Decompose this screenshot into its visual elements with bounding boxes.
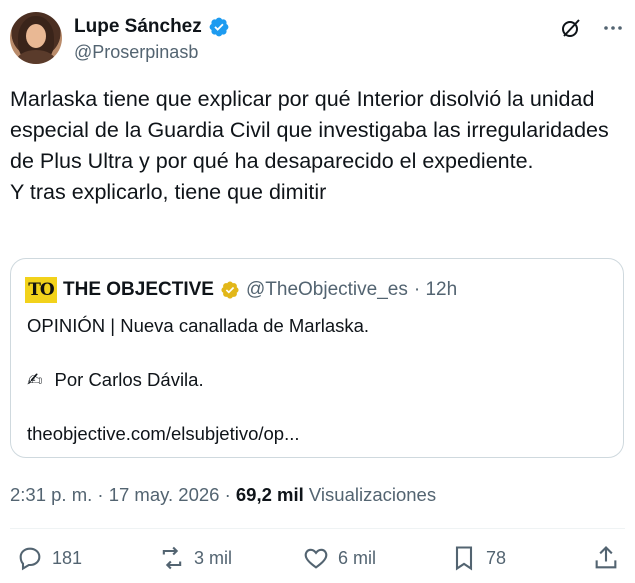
action-bar: 181 3 mil 6 mil 78 xyxy=(16,544,625,574)
share-button[interactable] xyxy=(592,544,620,572)
more-icon[interactable] xyxy=(601,16,625,40)
tweet-text-paragraph: Marlaska tiene que explicar por qué Inte… xyxy=(10,87,609,173)
views-count: 69,2 mil xyxy=(235,484,304,505)
grok-icon[interactable] xyxy=(559,16,583,40)
tweet-text: Marlaska tiene que explicar por qué Inte… xyxy=(10,84,620,208)
like-icon xyxy=(304,548,328,569)
quoted-tweet[interactable]: TO THE OBJECTIVE @TheObjective_es · 12h … xyxy=(10,258,624,458)
bookmark-count: 78 xyxy=(486,547,507,568)
tweet-timestamp[interactable]: 2:31 p. m. · 17 may. 2026 · xyxy=(10,484,231,505)
quoted-time[interactable]: · 12h xyxy=(414,279,457,301)
tweet-text-paragraph: Y tras explicarlo, tiene que dimitir xyxy=(10,180,327,204)
gold-verified-icon[interactable] xyxy=(220,280,240,300)
avatar[interactable] xyxy=(10,12,62,64)
repost-icon xyxy=(162,546,182,570)
quoted-byline-text: Por Carlos Dávila. xyxy=(54,369,204,390)
reply-icon xyxy=(19,547,41,571)
quoted-link[interactable]: theobjective.com/elsubjetivo/op... xyxy=(27,423,300,445)
tweet-header: Lupe Sánchez @Proserpinasb xyxy=(10,12,625,68)
reply-button[interactable]: 181 xyxy=(16,544,82,572)
quoted-author-handle[interactable]: @TheObjective_es xyxy=(246,279,408,301)
quoted-tweet-header: TO THE OBJECTIVE @TheObjective_es · 12h xyxy=(25,277,457,303)
like-count: 6 mil xyxy=(338,547,377,568)
quoted-text: OPINIÓN | Nueva canallada de Marlaska. xyxy=(27,315,370,336)
share-icon xyxy=(595,546,617,569)
bookmark-icon xyxy=(455,546,473,571)
author-handle[interactable]: @Proserpinasb xyxy=(74,42,198,63)
verified-icon[interactable] xyxy=(208,16,230,38)
repost-count: 3 mil xyxy=(194,547,233,568)
divider xyxy=(10,528,625,529)
quoted-avatar-logo[interactable]: TO xyxy=(25,277,57,303)
quoted-byline: ✍ Por Carlos Dávila. xyxy=(27,369,204,391)
tweet-meta: 2:31 p. m. · 17 may. 2026 · 69,2 mil Vis… xyxy=(10,484,436,506)
reply-count: 181 xyxy=(52,547,83,568)
bookmark-button[interactable]: 78 xyxy=(450,544,506,572)
writing-hand-emoji: ✍ xyxy=(27,369,43,390)
views-label: Visualizaciones xyxy=(308,484,437,505)
top-actions xyxy=(559,16,625,40)
quoted-author-name[interactable]: THE OBJECTIVE xyxy=(63,279,214,301)
repost-button[interactable]: 3 mil xyxy=(158,544,232,572)
author-name-row: Lupe Sánchez xyxy=(74,16,230,38)
like-button[interactable]: 6 mil xyxy=(302,544,376,572)
author-name[interactable]: Lupe Sánchez xyxy=(74,16,202,38)
